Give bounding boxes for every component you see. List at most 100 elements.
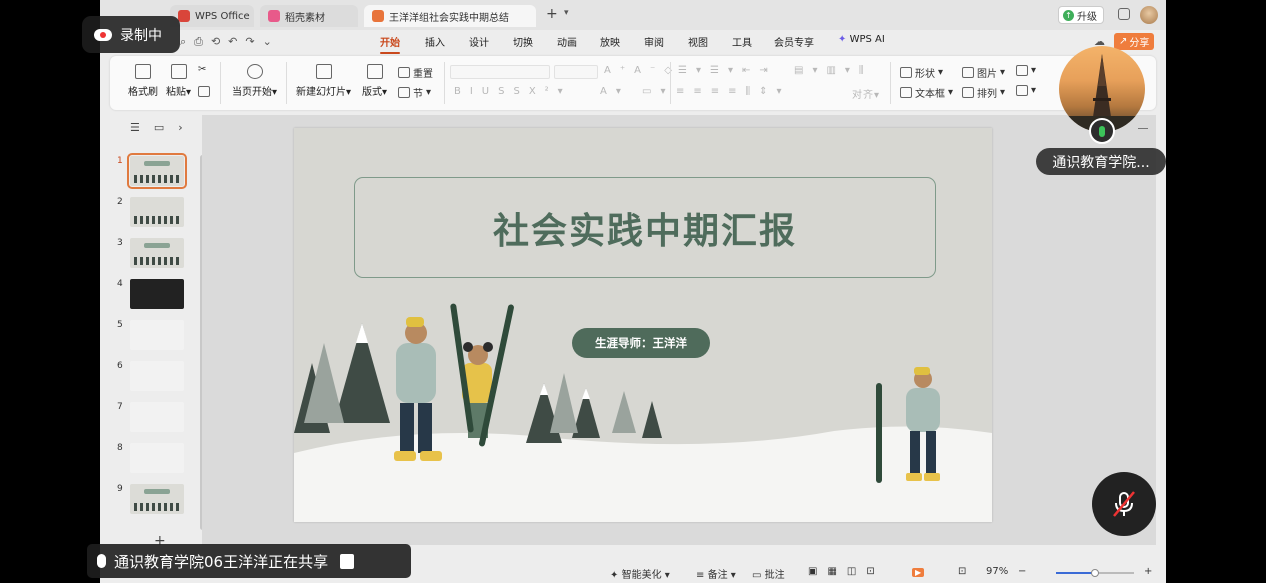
ribbon-tabs: ⌕⎙⟲↶↷⌄ 开始 插入 设计 切换 动画 放映 审阅 视图 工具 会员专享 ✦… xyxy=(100,30,1166,54)
list-icons[interactable]: ☰▾☰▾⇤⇥ xyxy=(678,65,777,76)
minimize-icon[interactable] xyxy=(1138,128,1148,129)
play-icon xyxy=(246,64,263,79)
tab-tools[interactable]: 工具 xyxy=(732,34,752,49)
divider xyxy=(286,62,287,104)
tab-animation[interactable]: 动画 xyxy=(557,34,577,49)
align-button[interactable]: 对齐▾ xyxy=(852,86,880,101)
chevron-down-icon: ▾ xyxy=(346,87,352,98)
tab-review[interactable]: 审阅 xyxy=(644,34,664,49)
title-bar: WPS Office 稻壳素材 王洋洋组社会实践中期总结 + ▾ ↑ 升级 xyxy=(100,0,1166,30)
picture-button[interactable]: 图片 ▾ xyxy=(962,65,1005,80)
slide-thumbnail[interactable]: 4 xyxy=(115,279,195,313)
format-painter-button[interactable]: 格式刷 xyxy=(128,64,158,98)
zoom-in-icon[interactable]: + xyxy=(1144,566,1152,577)
outline-icon[interactable]: ☰ xyxy=(130,121,140,134)
slide-preview xyxy=(130,402,184,432)
section-label: 节 xyxy=(413,89,423,100)
window-icon[interactable] xyxy=(1118,8,1130,20)
comments-button[interactable]: ▭ 批注 xyxy=(752,566,785,581)
comment-icon: ▭ xyxy=(752,570,762,581)
more-icon[interactable]: ▾ xyxy=(1016,65,1036,76)
chevron-down-icon: ▾ xyxy=(272,87,278,98)
tab-slideshow[interactable]: 放映 xyxy=(600,34,620,49)
title-placeholder[interactable]: 社会实践中期汇报 xyxy=(354,177,936,278)
chevron-right-icon[interactable]: › xyxy=(178,121,182,134)
notes-button[interactable]: ≡ 备注 ▾ xyxy=(696,566,736,581)
chevron-down-icon: ▾ xyxy=(382,87,388,98)
slide-thumbnail[interactable]: 6 xyxy=(115,361,195,395)
arrange-icon xyxy=(962,87,974,98)
font-style-icons[interactable]: BIUSSX²▾ xyxy=(454,86,572,97)
avatar[interactable] xyxy=(1140,6,1158,24)
copy-icon[interactable] xyxy=(198,86,210,97)
textbox-icon xyxy=(900,87,912,98)
picture-icon xyxy=(962,67,974,78)
slide-thumbnail[interactable]: 1 xyxy=(115,153,195,190)
current-slide[interactable]: 社会实践中期汇报 生涯导师：王洋洋 xyxy=(294,128,992,522)
tab-view[interactable]: 视图 xyxy=(688,34,708,49)
zoom-level[interactable]: 97% xyxy=(986,566,1008,577)
align-icons[interactable]: ≡≡≡≡⫼⇕▾ xyxy=(676,86,791,97)
font-color-icons[interactable]: A▾ ▭▾ xyxy=(600,86,675,97)
layout-button[interactable]: 版式▾ xyxy=(362,64,387,98)
new-tab-icon[interactable]: + xyxy=(546,6,558,22)
quick-access-icons[interactable]: ⌕⎙⟲↶↷⌄ xyxy=(180,35,280,49)
new-slide-button[interactable]: 新建幻灯片▾ xyxy=(296,64,351,98)
slide-title: 社会实践中期汇报 xyxy=(492,210,797,252)
slide-thumbnail[interactable]: 8 xyxy=(115,443,195,477)
tab-label: WPS Office xyxy=(195,10,250,22)
wps-window: WPS Office 稻壳素材 王洋洋组社会实践中期总结 + ▾ ↑ 升级 ⌕⎙… xyxy=(100,0,1166,583)
arrange-button[interactable]: 排列 ▾ xyxy=(962,85,1005,100)
cut-icon[interactable]: ✂ xyxy=(198,64,206,75)
tab-wps-office[interactable]: WPS Office xyxy=(170,5,254,27)
slide-thumbnail[interactable]: 3 xyxy=(115,238,195,272)
spacing-icons[interactable]: ▤▾▥▾⫼ xyxy=(794,65,873,76)
slide-preview xyxy=(130,361,184,391)
divider xyxy=(890,62,891,104)
font-name-select[interactable] xyxy=(450,65,550,79)
tab-member[interactable]: 会员专享 xyxy=(774,34,814,49)
section-button[interactable]: 节 ▾ xyxy=(398,85,431,100)
screen-share-banner[interactable]: 通识教育学院06王洋洋正在共享 xyxy=(87,544,411,578)
upgrade-button[interactable]: ↑ 升级 xyxy=(1058,6,1104,24)
play-slideshow-icon[interactable]: ▶ xyxy=(912,568,925,577)
tab-design[interactable]: 设计 xyxy=(469,34,489,49)
shape-button[interactable]: 形状 ▾ xyxy=(900,65,943,80)
participant-name: 通识教育学院... xyxy=(1036,148,1166,175)
reset-button[interactable]: 重置 xyxy=(398,65,433,80)
thumbnail-icon[interactable]: ▭ xyxy=(154,121,164,134)
recording-badge[interactable]: 录制中 xyxy=(82,16,180,53)
zoom-slider-fill xyxy=(1056,572,1095,574)
mic-active-icon xyxy=(1089,118,1115,144)
play-from-current-button[interactable]: 当页开始▾ xyxy=(232,64,277,98)
microphone-icon xyxy=(97,554,106,568)
fit-window-icon[interactable]: ⊡ xyxy=(958,566,966,577)
share-button[interactable]: ↗ 分享 xyxy=(1114,33,1155,50)
chevron-down-icon[interactable]: ▾ xyxy=(564,8,569,18)
more-icon[interactable]: ▾ xyxy=(1016,85,1036,96)
winter-scene-illustration xyxy=(294,303,992,522)
tab-home[interactable]: 开始 xyxy=(380,34,400,54)
textbox-button[interactable]: 文本框 ▾ xyxy=(900,85,953,100)
shape-icon xyxy=(900,67,912,78)
tab-insert[interactable]: 插入 xyxy=(425,34,445,49)
slide-thumbnail[interactable]: 2 xyxy=(115,197,195,231)
smart-beautify-button[interactable]: ✦ 智能美化 ▾ xyxy=(610,566,670,581)
zoom-slider-knob[interactable] xyxy=(1091,569,1099,577)
slide-thumbnail[interactable]: 5 xyxy=(115,320,195,354)
chevron-down-icon: ▾ xyxy=(186,87,192,98)
tab-transition[interactable]: 切换 xyxy=(513,34,533,49)
layout-label: 版式 xyxy=(362,87,382,98)
slide-thumbnail[interactable]: 9 xyxy=(115,484,195,518)
zoom-out-icon[interactable]: − xyxy=(1018,566,1026,577)
font-size-select[interactable] xyxy=(554,65,598,79)
tab-document[interactable]: 王洋洋组社会实践中期总结 xyxy=(364,5,536,27)
slide-thumbnail[interactable]: 7 xyxy=(115,402,195,436)
zoom-slider[interactable] xyxy=(1056,569,1134,577)
divider xyxy=(444,62,445,104)
tab-daoke[interactable]: 稻壳素材 xyxy=(260,5,358,27)
paste-button[interactable]: 粘贴▾ xyxy=(166,64,191,98)
view-mode-icons[interactable]: ▣▦◫⊡ xyxy=(808,566,885,577)
mute-button[interactable] xyxy=(1092,472,1156,536)
tab-wps-ai[interactable]: ✦ WPS AI xyxy=(838,34,885,45)
